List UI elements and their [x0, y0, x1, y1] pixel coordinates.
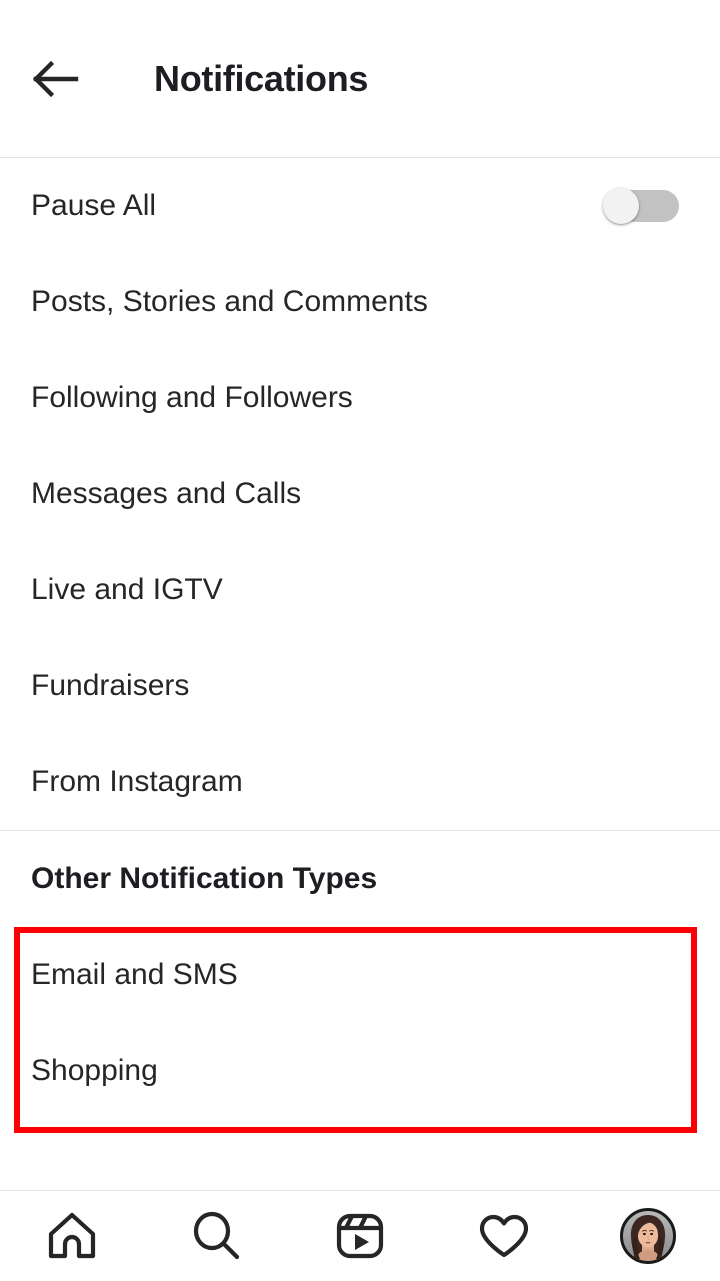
- bottom-navigation-bar: [0, 1190, 720, 1280]
- arrow-left-icon: [31, 60, 79, 98]
- section-heading-label: Other Notification Types: [31, 862, 378, 895]
- list-item-fundraisers[interactable]: Fundraisers: [0, 638, 720, 734]
- pause-all-toggle[interactable]: [603, 188, 679, 224]
- list-item-label: Posts, Stories and Comments: [31, 285, 428, 318]
- highlighted-group: Email and SMS Shopping: [0, 927, 720, 1133]
- list-item-following-followers[interactable]: Following and Followers: [0, 350, 720, 446]
- home-icon: [45, 1209, 99, 1263]
- notification-settings-list: Pause All Posts, Stories and Comments Fo…: [0, 158, 720, 830]
- notifications-settings-screen: Notifications Pause All Posts, Stories a…: [0, 0, 720, 1280]
- list-item-posts-stories-comments[interactable]: Posts, Stories and Comments: [0, 254, 720, 350]
- list-item-label: Messages and Calls: [31, 477, 302, 510]
- list-item-pause-all[interactable]: Pause All: [0, 158, 720, 254]
- list-item-from-instagram[interactable]: From Instagram: [0, 734, 720, 830]
- list-item-shopping[interactable]: Shopping: [0, 1023, 720, 1119]
- list-item-messages-calls[interactable]: Messages and Calls: [0, 446, 720, 542]
- nav-home-button[interactable]: [0, 1191, 144, 1281]
- search-icon: [189, 1209, 243, 1263]
- other-notification-types-heading: Other Notification Types: [0, 831, 720, 927]
- avatar-image: [623, 1210, 673, 1261]
- heart-icon: [477, 1209, 531, 1263]
- list-item-label: Shopping: [31, 1054, 158, 1087]
- nav-search-button[interactable]: [144, 1191, 288, 1281]
- reels-icon: [333, 1209, 387, 1263]
- nav-reels-button[interactable]: [288, 1191, 432, 1281]
- list-item-live-igtv[interactable]: Live and IGTV: [0, 542, 720, 638]
- list-item-label: Pause All: [31, 189, 157, 222]
- list-item-label: Fundraisers: [31, 669, 190, 702]
- profile-avatar: [620, 1207, 676, 1264]
- nav-profile-button[interactable]: [576, 1191, 720, 1281]
- app-header: Notifications: [0, 0, 720, 158]
- list-item-label: Email and SMS: [31, 958, 238, 991]
- list-item-label: From Instagram: [31, 765, 243, 798]
- list-item-label: Live and IGTV: [31, 573, 223, 606]
- list-item-email-and-sms[interactable]: Email and SMS: [0, 927, 720, 1023]
- page-title: Notifications: [154, 57, 369, 99]
- toggle-knob: [603, 188, 639, 224]
- back-button[interactable]: [31, 51, 87, 107]
- nav-activity-button[interactable]: [432, 1191, 576, 1281]
- list-item-label: Following and Followers: [31, 381, 353, 414]
